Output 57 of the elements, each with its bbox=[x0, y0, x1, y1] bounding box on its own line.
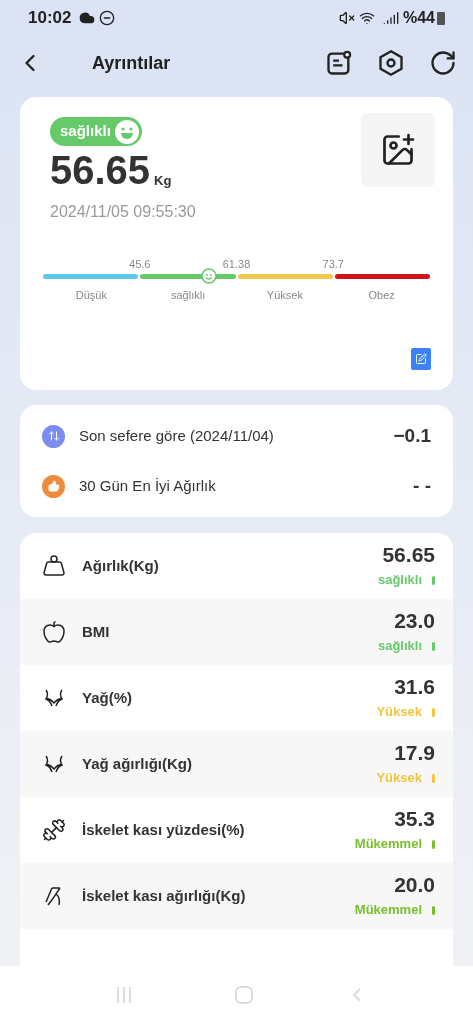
status-time: 10:02 bbox=[28, 7, 72, 30]
metric-value: 56.65 bbox=[382, 542, 435, 569]
metric-status: Mükemmel bbox=[354, 901, 422, 920]
scale-icon bbox=[42, 554, 66, 578]
metric-value: 23.0 bbox=[394, 608, 435, 635]
notes-button[interactable] bbox=[325, 49, 353, 77]
edit-button[interactable] bbox=[411, 348, 431, 370]
threshold-label: 61.38 bbox=[222, 257, 251, 272]
comparison-value: - - bbox=[413, 473, 431, 498]
weight-value: 56.65 bbox=[50, 150, 151, 190]
threshold-label: 45.6 bbox=[129, 257, 151, 272]
metric-value: 17.9 bbox=[394, 740, 435, 767]
metric-name: BMI bbox=[82, 621, 110, 642]
metric-status: Mükemmel bbox=[354, 835, 422, 854]
metric-name: İskelet kası yüzdesi(%) bbox=[82, 819, 245, 840]
mute-icon bbox=[338, 10, 355, 26]
metric-status: sağlıklı bbox=[377, 637, 422, 656]
pen-icon bbox=[415, 353, 427, 365]
do-not-disturb-icon bbox=[99, 10, 116, 26]
metric-name: Yağ(%) bbox=[82, 687, 132, 708]
metric-status: Yüksek bbox=[376, 703, 422, 722]
add-image-icon bbox=[380, 132, 416, 168]
thumbs-up-icon bbox=[42, 474, 65, 498]
battery-icon bbox=[437, 11, 445, 25]
comparison-label: 30 Gün En İyi Ağırlık bbox=[79, 475, 216, 496]
scale-label: Obez bbox=[368, 289, 395, 301]
threshold-label: 73.7 bbox=[322, 257, 344, 272]
weight-unit: Kg bbox=[154, 171, 172, 190]
settings-button[interactable] bbox=[377, 49, 405, 77]
back-icon bbox=[352, 988, 361, 1002]
metric-status: sağlıklı bbox=[377, 571, 422, 590]
compare-icon bbox=[42, 424, 65, 448]
page-title: Ayrıntılar bbox=[92, 51, 171, 75]
metric-row[interactable]: İskelet kası ağırlığı(Kg) 20.0 Mükemmel bbox=[20, 863, 453, 929]
scale-label: Düşük bbox=[75, 289, 107, 301]
metric-name: Ağırlık(Kg) bbox=[82, 555, 159, 576]
wifi-icon bbox=[358, 10, 375, 26]
cloud-icon bbox=[79, 10, 96, 26]
signal-icon bbox=[382, 10, 399, 26]
scale-label: sağlıklı bbox=[171, 289, 206, 301]
scale-label: Yüksek bbox=[266, 289, 303, 301]
metric-row[interactable]: Yağ ağırlığı(Kg) 17.9 Yüksek bbox=[20, 731, 453, 797]
comparison-value: −0.1 bbox=[393, 423, 431, 448]
refresh-button[interactable] bbox=[429, 49, 457, 77]
metric-name: İskelet kası ağırlığı(Kg) bbox=[82, 885, 246, 906]
status-badge: sağlıklı bbox=[50, 117, 142, 146]
metric-status: Yüksek bbox=[376, 769, 422, 788]
battery-percent: %44 bbox=[402, 8, 435, 28]
comparison-label: Son sefere göre (2024/11/04) bbox=[79, 425, 274, 446]
metric-value: 20.0 bbox=[394, 872, 435, 899]
metric-name: Yağ ağırlığı(Kg) bbox=[82, 753, 192, 774]
add-photo-button[interactable] bbox=[361, 113, 435, 187]
metric-value: 35.3 bbox=[394, 806, 435, 833]
measurement-datetime: 2024/11/05 09:55:30 bbox=[50, 202, 196, 222]
metric-value: 31.6 bbox=[394, 674, 435, 701]
apple-icon bbox=[42, 620, 66, 644]
metric-row[interactable]: BMI 23.0 sağlıklı bbox=[20, 599, 453, 665]
